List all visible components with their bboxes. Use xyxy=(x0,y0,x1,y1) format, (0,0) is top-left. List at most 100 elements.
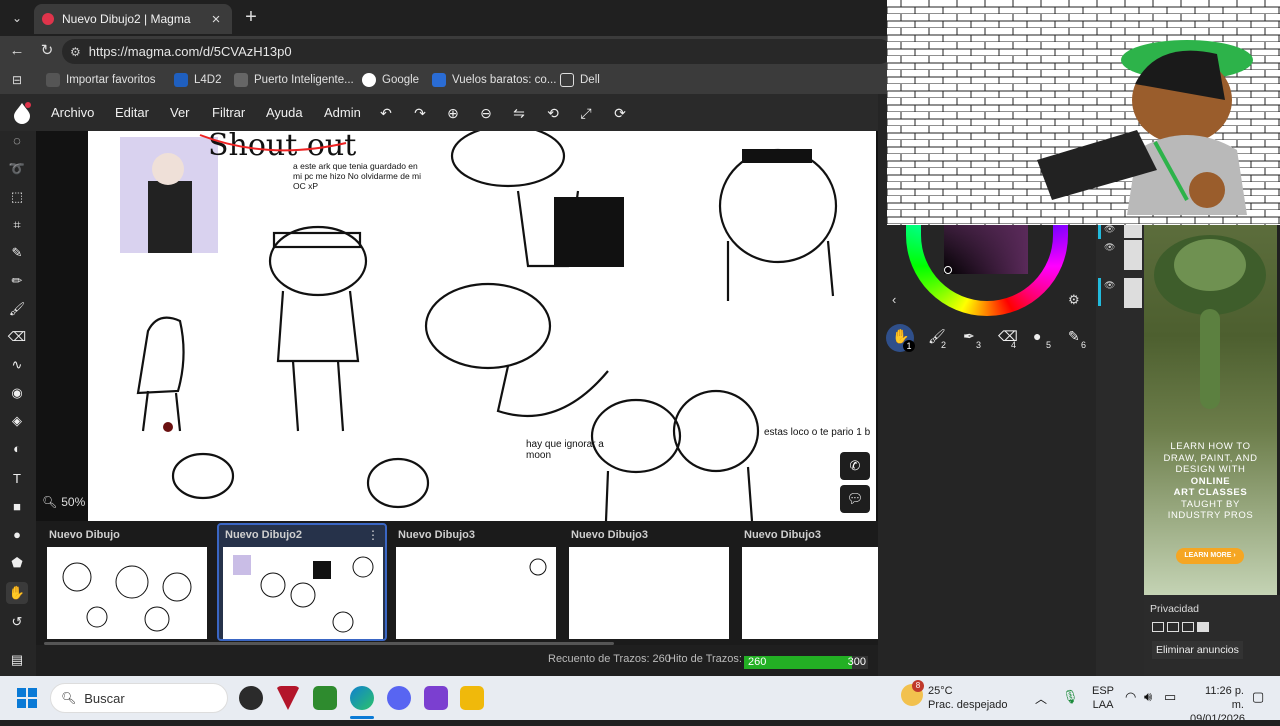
layer-thumbnail[interactable] xyxy=(1124,240,1142,270)
document-more-icon[interactable]: ⋮ xyxy=(367,528,379,542)
document-card[interactable]: Nuevo Dibujo3 xyxy=(565,525,731,639)
layer-visibility-icon[interactable]: 👁︎ xyxy=(1104,242,1115,253)
voice-call-icon[interactable]: ✆ xyxy=(840,452,870,480)
documents-toggle-icon[interactable]: ▤ xyxy=(6,649,28,671)
obs-app-icon[interactable] xyxy=(239,686,263,710)
close-tab-icon[interactable]: × xyxy=(208,11,224,28)
bookmark-puerto[interactable]: Puerto Inteligente... xyxy=(234,71,354,89)
rotate-view-icon[interactable]: ↺ xyxy=(6,611,28,633)
remove-ads-button[interactable]: Eliminar anuncios xyxy=(1152,641,1243,659)
wifi-icon[interactable]: ◠ xyxy=(1125,689,1136,705)
tray-chevron-up-icon[interactable]: ︿ xyxy=(1035,690,1047,707)
document-card-selected[interactable]: Nuevo Dibujo2 ⋮ xyxy=(217,523,387,641)
brush-slot-5-circle-icon[interactable]: ● xyxy=(1033,328,1041,344)
color-picker-handle[interactable] xyxy=(944,266,952,274)
menu-archivo[interactable]: Archivo xyxy=(51,94,94,131)
layer-visibility-icon[interactable]: 👁︎ xyxy=(1104,224,1115,235)
bookmark-importar[interactable]: Importar favoritos xyxy=(46,71,155,89)
magma-logo-icon[interactable] xyxy=(12,102,32,124)
chat-icon[interactable]: 💬︎ xyxy=(840,485,870,513)
selection-tool-icon[interactable]: ◌ xyxy=(6,130,28,152)
smudge-icon[interactable]: ∿ xyxy=(6,354,28,376)
layer-visibility-icon[interactable]: 👁︎ xyxy=(1104,280,1115,291)
fullscreen-icon[interactable]: ⤢ xyxy=(576,103,596,123)
eraser-icon[interactable]: ⌫ xyxy=(6,326,28,348)
address-bar[interactable]: ⚙ https://magma.com/d/5CVAzH13p0 xyxy=(62,39,892,64)
mask-icon[interactable]: ◐ xyxy=(6,438,28,460)
layer-thumbnail[interactable] xyxy=(1124,278,1142,308)
zoom-out-icon[interactable]: ⊖ xyxy=(476,103,496,123)
edge-browser-icon[interactable] xyxy=(350,686,374,710)
layout-icon[interactable] xyxy=(1182,622,1194,632)
bookmark-vuelos[interactable]: Vuelos baratos: co... xyxy=(432,71,556,89)
text-tool-icon[interactable]: T xyxy=(6,468,28,490)
site-info-icon[interactable]: ⚙ xyxy=(70,45,81,59)
menu-filtrar[interactable]: Filtrar xyxy=(212,94,245,131)
app-triangle-icon[interactable] xyxy=(276,686,300,710)
layout-icon[interactable] xyxy=(1167,622,1179,632)
zoom-indicator[interactable]: 🔍︎ 50% xyxy=(42,495,85,509)
tab-search-chevron-icon[interactable]: ⌄ xyxy=(6,8,28,28)
lasso-tool-icon[interactable]: ➰ xyxy=(6,158,28,180)
bookmark-dell[interactable]: Dell xyxy=(560,71,600,89)
rectangle-tool-icon[interactable]: ■ xyxy=(6,496,28,518)
transform-tool-icon[interactable]: ⬚ xyxy=(6,186,28,208)
new-tab-button[interactable]: + xyxy=(240,6,262,28)
language-indicator[interactable]: ESP LAA xyxy=(1092,684,1114,712)
microphone-icon[interactable]: 🎙︎ xyxy=(1062,689,1079,705)
windows-start-icon[interactable] xyxy=(17,688,37,708)
drawing-canvas[interactable]: Shout out a este ark que tenia guardado … xyxy=(88,131,876,521)
brush-slot-6-brush-icon[interactable]: ✎ xyxy=(1068,328,1080,345)
ad-learn-more-button[interactable]: LEARN MORE › xyxy=(1176,548,1244,564)
saturation-square[interactable] xyxy=(944,224,1028,274)
redo-icon[interactable]: ↷ xyxy=(410,103,430,123)
pencil-icon[interactable]: ✏ xyxy=(6,270,28,292)
fill-bucket-icon[interactable]: ◈ xyxy=(6,410,28,432)
weather-widget[interactable]: 25°C Prac. despejado xyxy=(928,684,1008,712)
brush-slot-number: 5 xyxy=(1046,340,1052,350)
color-settings-gear-icon[interactable]: ⚙ xyxy=(1068,292,1080,308)
brush-icon[interactable]: 🖌 xyxy=(6,298,28,320)
bookmark-l4d2[interactable]: L4D2 xyxy=(174,71,222,89)
discord-app-icon[interactable] xyxy=(387,686,411,710)
advertisement[interactable]: LEARN HOW TO DRAW, PAINT, AND DESIGN WIT… xyxy=(1144,225,1277,595)
document-card[interactable]: Nuevo Dibujo3 xyxy=(392,525,558,639)
privacy-label[interactable]: Privacidad xyxy=(1150,603,1199,615)
menu-ayuda[interactable]: Ayuda xyxy=(266,94,303,131)
hand-tool-icon[interactable]: ✋ xyxy=(6,582,28,604)
reset-view-icon[interactable]: ⟳ xyxy=(610,103,630,123)
bookmark-menu-icon[interactable]: ⊟ xyxy=(6,69,28,91)
menu-admin[interactable]: Admin xyxy=(324,94,361,131)
collapse-panel-icon[interactable]: ‹ xyxy=(892,292,896,307)
taskbar-search[interactable]: 🔍︎ Buscar xyxy=(50,683,228,713)
reload-icon[interactable]: ↻ xyxy=(36,40,58,62)
notifications-icon[interactable]: ▢ xyxy=(1252,689,1264,705)
eyedropper-icon[interactable]: ✎ xyxy=(6,242,28,264)
layout-icon[interactable] xyxy=(1152,622,1164,632)
layout-icon[interactable] xyxy=(1197,622,1209,632)
crop-tool-icon[interactable]: ⌗ xyxy=(6,214,28,236)
shape-tool-icon[interactable]: ⬟ xyxy=(6,552,28,574)
blur-icon[interactable]: ◉ xyxy=(6,382,28,404)
flip-horizontal-icon[interactable]: ⇋ xyxy=(509,103,529,123)
menu-editar[interactable]: Editar xyxy=(115,94,149,131)
battery-icon[interactable]: ▭ xyxy=(1164,689,1176,705)
rotate-icon[interactable]: ⟲ xyxy=(543,103,563,123)
app-purple-icon[interactable] xyxy=(424,686,448,710)
bookmark-google[interactable]: Google xyxy=(362,71,419,89)
volume-icon[interactable]: 🔊︎ xyxy=(1144,689,1152,705)
browser-tab-active[interactable]: Nuevo Dibujo2 | Magma × xyxy=(34,4,232,34)
menu-ver[interactable]: Ver xyxy=(170,94,190,131)
zoom-in-icon[interactable]: ⊕ xyxy=(443,103,463,123)
undo-icon[interactable]: ↶ xyxy=(376,103,396,123)
l4d2-favicon-icon xyxy=(174,73,188,87)
file-explorer-icon[interactable] xyxy=(460,686,484,710)
document-card[interactable]: Nuevo Dibujo xyxy=(43,525,209,639)
brush-slot-3-pen-icon[interactable]: ✒ xyxy=(963,328,975,345)
back-arrow-icon[interactable]: ← xyxy=(6,40,28,62)
clock-time: 11:26 p. m. xyxy=(1205,685,1244,711)
minecraft-app-icon[interactable] xyxy=(313,686,337,710)
ellipse-tool-icon[interactable]: ● xyxy=(6,524,28,546)
canvas-viewport[interactable]: Shout out a este ark que tenia guardado … xyxy=(36,131,878,521)
weather-temp: 25°C xyxy=(928,685,953,697)
